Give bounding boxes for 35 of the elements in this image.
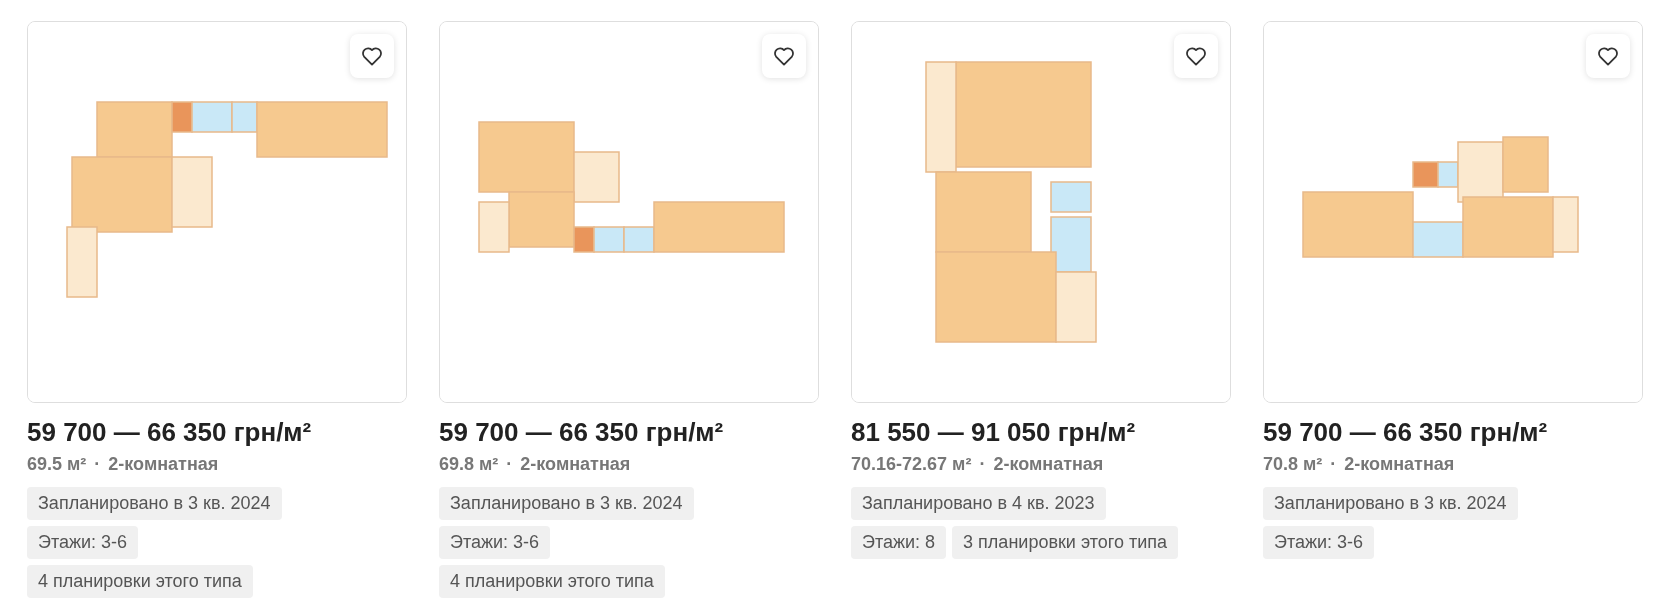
info-tag: Этажи: 3-6 — [439, 526, 551, 559]
info-tag: Запланировано в 4 кв. 2023 — [851, 487, 1106, 520]
info-tag: Запланировано в 3 кв. 2024 — [1263, 487, 1518, 520]
price-range: 59 700 — 66 350 грн/м² — [1263, 417, 1549, 448]
heart-icon — [361, 46, 383, 66]
area: 70.16-72.67 м² — [851, 454, 972, 475]
area: 69.8 м² — [439, 454, 499, 475]
room-count: 2-комнатная — [993, 454, 1104, 475]
heart-icon — [1185, 46, 1207, 66]
room-count: 2-комнатная — [520, 454, 631, 475]
heart-icon — [1597, 46, 1619, 66]
info-tag: Этажи: 3-6 — [27, 526, 139, 559]
room-count: 2-комнатная — [1344, 454, 1455, 475]
separator-dot: · — [506, 454, 513, 475]
area: 70.8 м² — [1263, 454, 1323, 475]
area: 69.5 м² — [27, 454, 87, 475]
info-tag: Запланировано в 3 кв. 2024 — [27, 487, 282, 520]
favorite-button[interactable] — [1174, 34, 1218, 78]
favorite-button[interactable] — [350, 34, 394, 78]
separator-dot: · — [94, 454, 101, 475]
price-range: 59 700 — 66 350 грн/м² — [27, 417, 313, 448]
info-tag: 4 планировки этого типа — [439, 565, 665, 598]
favorite-button[interactable] — [1586, 34, 1630, 78]
separator-dot: · — [979, 454, 986, 475]
price-range: 59 700 — 66 350 грн/м² — [439, 417, 725, 448]
info-tag: Этажи: 3-6 — [1263, 526, 1375, 559]
info-tag: 4 планировки этого типа — [27, 565, 253, 598]
info-tag: 3 планировки этого типа — [952, 526, 1178, 559]
room-count: 2-комнатная — [108, 454, 219, 475]
info-tag: Этажи: 8 — [851, 526, 947, 559]
separator-dot: · — [1330, 454, 1337, 475]
price-range: 81 550 — 91 050 грн/м² — [851, 417, 1137, 448]
heart-icon — [773, 46, 795, 66]
favorite-button[interactable] — [762, 34, 806, 78]
info-tag: Запланировано в 3 кв. 2024 — [439, 487, 694, 520]
